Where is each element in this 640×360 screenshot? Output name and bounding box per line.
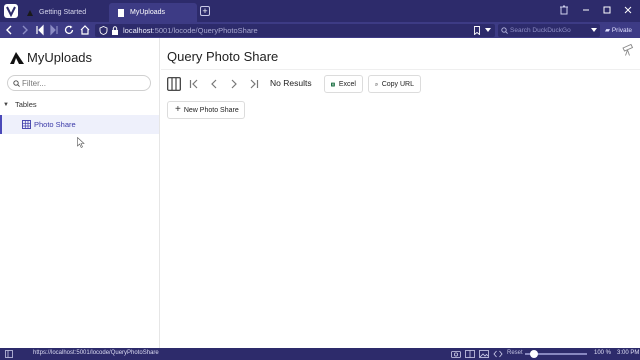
browser-navbar: localhost:5001/locode/QueryPhotoShare ▰ … <box>0 22 640 38</box>
address-host: localhost <box>123 26 153 35</box>
zoom-level: 100 % <box>594 350 612 356</box>
tab-label: MyUploads <box>130 9 166 16</box>
telescope-icon[interactable] <box>621 43 635 57</box>
trash-icon[interactable] <box>558 4 570 16</box>
tab-getting-started[interactable]: Getting Started <box>18 3 108 22</box>
clock: 3:00 PM <box>617 350 640 356</box>
last-page-icon <box>250 79 259 89</box>
sidebar-item-label: Photo Share <box>34 120 76 129</box>
main-content: Query Photo Share No Results Excel Copy … <box>161 38 640 348</box>
browser-titlebar: Getting Started MyUploads + <box>0 0 640 22</box>
new-photo-share-button[interactable]: + New Photo Share <box>167 101 245 119</box>
search-input[interactable] <box>510 25 588 36</box>
search-icon <box>13 80 20 87</box>
status-url: https://localhost:5001/locode/QueryPhoto… <box>33 350 159 356</box>
filter-input[interactable] <box>22 78 142 89</box>
maximize-icon[interactable] <box>601 4 613 16</box>
excel-label: Excel <box>338 80 356 88</box>
sidebar: MyUploads ▼ Tables Photo Share <box>0 38 160 348</box>
grid-icon <box>22 120 31 129</box>
columns-button[interactable] <box>167 76 181 92</box>
first-page-button[interactable] <box>188 76 200 92</box>
copy-url-button[interactable]: Copy URL <box>368 75 421 93</box>
browser-statusbar: https://localhost:5001/locode/QueryPhoto… <box>0 348 640 360</box>
code-icon[interactable] <box>493 350 503 358</box>
brand-name: MyUploads <box>27 50 93 65</box>
image-icon[interactable] <box>479 350 489 358</box>
tile-icon[interactable] <box>465 350 475 358</box>
plus-icon: + <box>175 104 181 115</box>
lock-icon[interactable] <box>111 26 119 35</box>
page-icon <box>118 8 124 17</box>
tab-myuploads[interactable]: MyUploads <box>109 3 197 22</box>
reload-icon[interactable] <box>63 24 75 36</box>
zoom-reset-button[interactable]: Reset <box>507 350 523 356</box>
tables-section-label: Tables <box>14 100 37 109</box>
panel-toggle-icon[interactable] <box>5 350 13 358</box>
new-tab-button[interactable]: + <box>200 6 210 16</box>
vivaldi-logo-icon[interactable] <box>4 4 18 18</box>
excel-icon <box>331 82 335 86</box>
search-bar[interactable] <box>498 24 600 37</box>
app-logo-icon <box>10 51 24 64</box>
camera-icon[interactable] <box>451 350 461 358</box>
chevron-down-icon[interactable] <box>591 28 597 33</box>
query-toolbar: No Results Excel Copy URL <box>167 75 627 93</box>
address-url: localhost:5001/locode/QueryPhotoShare <box>123 25 258 36</box>
tables-section-header[interactable]: ▼ Tables <box>3 100 37 109</box>
search-icon <box>501 27 508 34</box>
zoom-slider-handle[interactable] <box>529 350 538 358</box>
address-path: :5001/locode/QueryPhotoShare <box>152 26 258 35</box>
last-page-button[interactable] <box>248 76 260 92</box>
shield-icon[interactable] <box>99 26 108 35</box>
sidebar-item-photo-share[interactable]: Photo Share <box>0 115 159 134</box>
private-label: Private <box>611 27 633 34</box>
new-photo-share-label: New Photo Share <box>183 106 239 114</box>
results-count: No Results <box>270 78 312 88</box>
next-page-icon <box>231 79 237 89</box>
brand[interactable]: MyUploads <box>10 50 92 65</box>
close-icon[interactable] <box>622 4 634 16</box>
next-page-button[interactable] <box>228 76 240 92</box>
globe-icon <box>27 9 33 16</box>
rewind-icon[interactable] <box>34 24 46 36</box>
private-indicator[interactable]: ▰ Private <box>605 26 632 34</box>
bookmark-icon[interactable] <box>473 26 481 35</box>
prev-page-icon <box>211 79 217 89</box>
filter-box <box>7 75 151 91</box>
excel-button[interactable]: Excel <box>324 75 363 93</box>
back-icon[interactable] <box>3 24 15 36</box>
minimize-icon[interactable] <box>580 4 592 16</box>
address-bar[interactable]: localhost:5001/locode/QueryPhotoShare <box>95 24 495 37</box>
forward-icon[interactable] <box>19 24 31 36</box>
chevron-down-icon[interactable] <box>485 28 491 33</box>
fast-forward-icon[interactable] <box>48 24 60 36</box>
columns-icon <box>167 77 181 91</box>
copy-url-label: Copy URL <box>381 80 414 88</box>
prev-page-button[interactable] <box>208 76 220 92</box>
copy-icon <box>375 82 378 86</box>
caret-down-icon: ▼ <box>3 101 9 108</box>
tab-label: Getting Started <box>39 9 87 16</box>
private-mask-icon: ▰ <box>605 27 610 34</box>
page-title: Query Photo Share <box>167 49 279 64</box>
mouse-cursor-icon <box>77 137 85 148</box>
header-divider <box>161 69 640 70</box>
home-icon[interactable] <box>79 24 91 36</box>
first-page-icon <box>189 79 198 89</box>
